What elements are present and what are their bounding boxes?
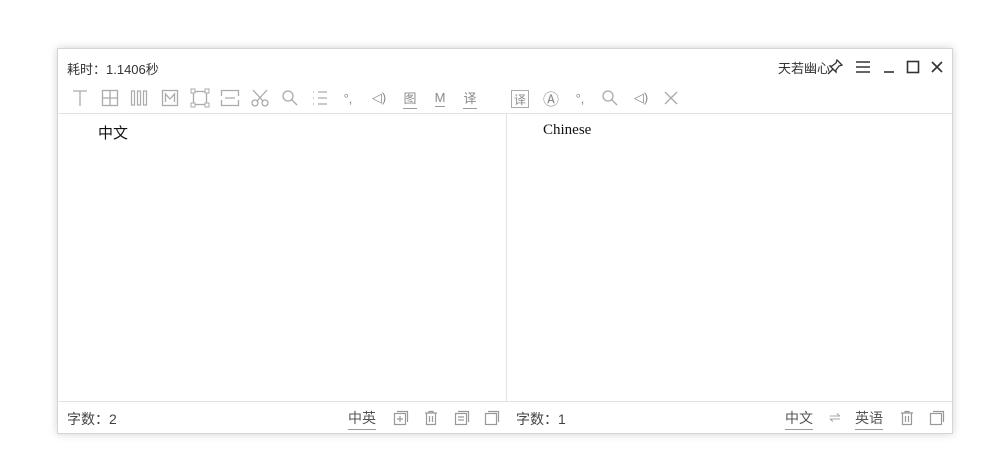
punctuation-icon-right[interactable]: °,: [569, 87, 591, 109]
target-pane[interactable]: Chinese: [507, 114, 953, 401]
source-word-count: 字数：2: [67, 411, 117, 427]
app-brand: 天若幽心: [777, 61, 830, 76]
status-bar: 字数：2 中英 字数：1 中文 ⇌ 英语: [58, 402, 952, 434]
vertical-text-icon[interactable]: [128, 87, 150, 109]
add-icon[interactable]: [391, 408, 411, 428]
title-bar: 耗时：1.1406秒 天若幽心: [58, 49, 952, 85]
translate-icon[interactable]: 译: [459, 87, 481, 109]
trash-icon-right[interactable]: [897, 408, 917, 428]
close-icon-right[interactable]: [660, 87, 682, 109]
font-a-icon[interactable]: Ⓐ: [540, 87, 562, 109]
speaker-icon[interactable]: ◁): [368, 87, 390, 109]
copy-icon-right[interactable]: [927, 408, 947, 428]
copy-icon[interactable]: [482, 408, 502, 428]
close-icon[interactable]: [928, 58, 946, 76]
image-icon[interactable]: 图: [399, 87, 421, 109]
split-icon[interactable]: [219, 87, 241, 109]
trash-icon[interactable]: [421, 408, 441, 428]
table-icon[interactable]: [99, 87, 121, 109]
target-text[interactable]: Chinese: [543, 122, 591, 139]
paste-icon[interactable]: [452, 408, 472, 428]
source-pane[interactable]: 中文: [58, 114, 506, 401]
source-lang-select[interactable]: 中文: [785, 408, 813, 430]
elapsed-time: 耗时：1.1406秒: [67, 62, 159, 77]
markdown-icon[interactable]: M: [429, 87, 451, 109]
speaker-icon-right[interactable]: ◁): [630, 87, 652, 109]
scissors-icon[interactable]: [249, 87, 271, 109]
swap-icon[interactable]: ⇌: [829, 409, 841, 426]
punctuation-icon[interactable]: °,: [337, 87, 359, 109]
list-icon[interactable]: [309, 87, 331, 109]
markdown-box-icon[interactable]: [159, 87, 181, 109]
pin-icon[interactable]: [826, 58, 844, 76]
source-lang-toggle[interactable]: 中英: [348, 408, 376, 430]
select-area-icon[interactable]: [189, 87, 211, 109]
search-icon-right[interactable]: [599, 87, 621, 109]
target-lang-select[interactable]: 英语: [855, 408, 883, 430]
menu-icon[interactable]: [854, 58, 872, 76]
translate-box-icon[interactable]: 译: [511, 90, 529, 108]
source-text[interactable]: 中文: [98, 122, 128, 143]
maximize-icon[interactable]: [904, 58, 922, 76]
app-window: 耗时：1.1406秒 天若幽心 °, ◁) 图 M 译 译 Ⓐ °, ◁) 中文…: [57, 48, 953, 434]
minimize-icon[interactable]: [880, 58, 898, 76]
toolbar: °, ◁) 图 M 译 译 Ⓐ °, ◁): [58, 85, 952, 113]
text-icon[interactable]: [69, 87, 91, 109]
search-icon[interactable]: [279, 87, 301, 109]
target-word-count: 字数：1: [516, 411, 566, 427]
